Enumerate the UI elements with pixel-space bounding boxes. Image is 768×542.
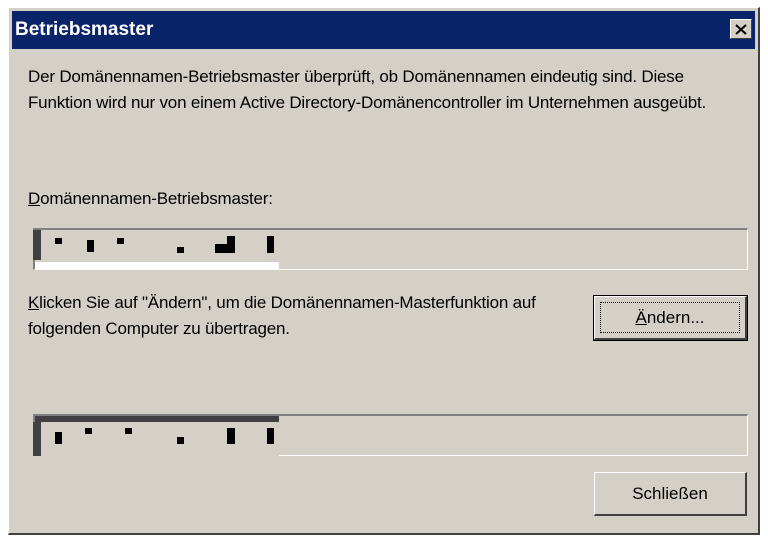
redaction-mark [33,230,41,260]
close-button[interactable]: Schließen [594,472,747,516]
redaction-mark [117,238,124,244]
redacted-server-name [33,230,279,270]
redaction-mark [227,236,235,253]
change-button[interactable]: Ändern... [593,295,748,341]
close-x-icon [735,23,747,35]
redacted-target-name [33,416,279,456]
focus-rectangle [600,302,740,333]
change-instruction-body: licken Sie auf "Ändern", um die Domänenn… [28,293,536,338]
operations-master-label-text: omänennamen-Betriebsmaster: [40,189,273,208]
description-text: Der Domänennamen-Betriebsmaster überprüf… [28,67,707,112]
change-instruction-mnemonic: K [28,293,40,312]
close-window-button[interactable] [730,19,752,39]
redaction-mark [177,247,184,253]
redaction-mark [85,428,92,434]
target-computer-field[interactable] [33,414,748,456]
redaction-mark [55,432,62,444]
redaction-mark [267,236,274,253]
operations-master-label: Domänennamen-Betriebsmaster: [28,186,273,212]
current-operations-master-field[interactable] [33,228,748,270]
title-bar[interactable]: Betriebsmaster [12,11,755,49]
redaction-mark [227,428,235,444]
change-instruction-text: Klicken Sie auf "Ändern", um die Domänen… [28,290,588,342]
redaction-mark [125,428,132,434]
redaction-mark [87,240,94,252]
redaction-mark [215,244,227,253]
redaction-mark [267,428,274,444]
operations-master-label-mnemonic: D [28,189,41,208]
redaction-mark [177,437,184,444]
redaction-mark [55,238,62,244]
redaction-mark [33,422,41,456]
window-title: Betriebsmaster [15,19,154,40]
